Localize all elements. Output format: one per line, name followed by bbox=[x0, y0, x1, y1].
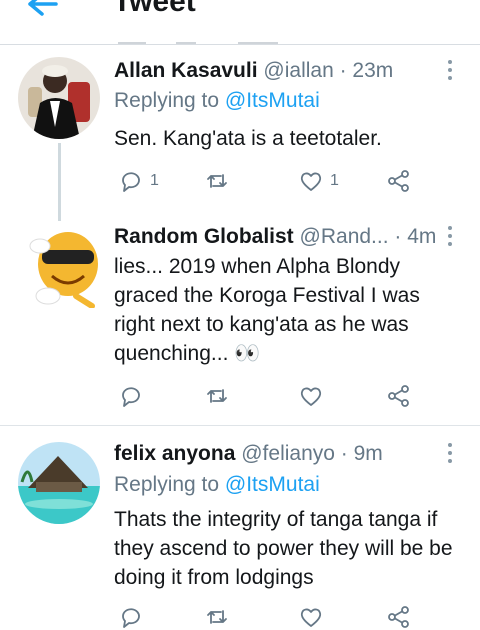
author-name[interactable]: Allan Kasavuli bbox=[114, 59, 258, 82]
avatar[interactable] bbox=[18, 57, 100, 139]
thread-connector bbox=[58, 143, 61, 221]
share-icon bbox=[388, 606, 409, 628]
mention-link[interactable]: @ItsMutai bbox=[225, 89, 320, 112]
cropped-text-fragment bbox=[118, 42, 146, 44]
share-icon bbox=[388, 170, 409, 192]
share-button[interactable] bbox=[386, 383, 412, 409]
avatar[interactable] bbox=[26, 224, 104, 308]
more-icon[interactable] bbox=[444, 226, 456, 250]
tweet-header: Random Globalist @Rand... · 4m bbox=[114, 225, 436, 249]
replying-label: Replying to bbox=[114, 89, 220, 112]
share-button[interactable] bbox=[386, 168, 412, 194]
reply-button[interactable] bbox=[118, 604, 144, 630]
share-icon bbox=[388, 385, 409, 407]
retweet-button[interactable] bbox=[204, 604, 230, 630]
author-handle[interactable]: @Rand... bbox=[300, 225, 389, 248]
reply-button[interactable]: 1 bbox=[118, 168, 159, 194]
reply-icon bbox=[122, 172, 140, 192]
tweet-time: · 23m bbox=[339, 59, 394, 82]
page-title: Tweet bbox=[113, 0, 196, 18]
author-handle[interactable]: @iallan bbox=[263, 59, 333, 82]
retweet-icon bbox=[207, 389, 227, 403]
tweet-text: Sen. Kang'ata is a teetotaler. bbox=[114, 127, 382, 150]
like-button[interactable]: 1 bbox=[298, 168, 339, 194]
author-name[interactable]: felix anyona bbox=[114, 442, 235, 465]
like-icon bbox=[300, 387, 322, 406]
divider bbox=[0, 425, 480, 426]
retweet-icon bbox=[207, 174, 227, 188]
tweet-text: Thats the integrity of tanga tanga if th… bbox=[114, 508, 453, 589]
tweet-time: · 9m bbox=[340, 442, 383, 465]
like-button[interactable] bbox=[298, 383, 324, 409]
more-icon[interactable] bbox=[444, 60, 456, 84]
tweet-time: · 4m bbox=[394, 225, 437, 248]
author-handle[interactable]: @felianyo bbox=[241, 442, 335, 465]
reply-icon bbox=[122, 387, 140, 407]
like-button[interactable] bbox=[298, 604, 324, 630]
like-icon bbox=[300, 172, 322, 191]
reply-button[interactable] bbox=[118, 383, 144, 409]
replying-to: Replying to @ItsMutai bbox=[114, 473, 320, 497]
author-name[interactable]: Random Globalist bbox=[114, 225, 294, 248]
like-icon bbox=[300, 608, 322, 627]
reply-count: 1 bbox=[150, 172, 159, 189]
retweet-button[interactable] bbox=[204, 168, 230, 194]
replying-label: Replying to bbox=[114, 473, 220, 496]
tweet-header: felix anyona @felianyo · 9m bbox=[114, 442, 383, 466]
share-button[interactable] bbox=[386, 604, 412, 630]
cropped-text-fragment bbox=[238, 42, 278, 44]
retweet-icon bbox=[207, 610, 227, 624]
mention-link[interactable]: @ItsMutai bbox=[225, 473, 320, 496]
tweet-text: lies... 2019 when Alpha Blondy graced th… bbox=[114, 255, 420, 365]
top-bar: Tweet bbox=[0, 0, 480, 45]
avatar[interactable] bbox=[18, 442, 100, 524]
more-icon[interactable] bbox=[444, 443, 456, 467]
like-count: 1 bbox=[330, 172, 339, 189]
replying-to: Replying to @ItsMutai bbox=[114, 89, 320, 113]
reply-icon bbox=[122, 608, 140, 628]
retweet-button[interactable] bbox=[204, 383, 230, 409]
tweet-header: Allan Kasavuli @iallan · 23m bbox=[114, 59, 393, 83]
back-arrow-icon[interactable] bbox=[26, 0, 60, 20]
cropped-text-fragment bbox=[176, 42, 196, 44]
